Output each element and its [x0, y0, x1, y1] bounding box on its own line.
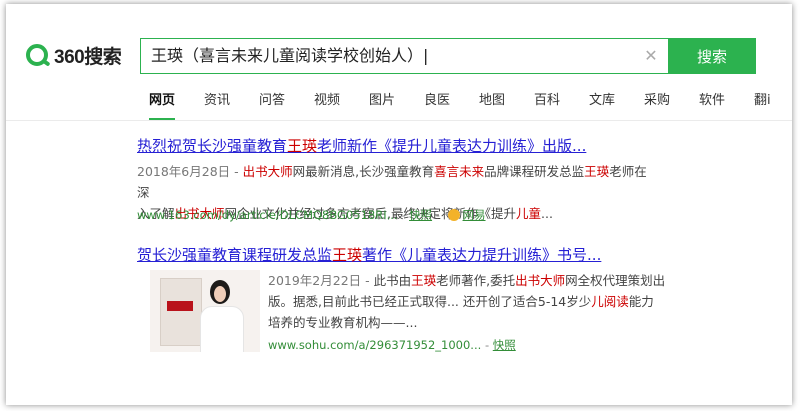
meta-separator: - — [435, 208, 444, 222]
snippet-text: 老师著作,委托 — [436, 273, 516, 288]
tab-qa[interactable]: 问答 — [259, 84, 285, 120]
snippet-highlight: 儿童 — [516, 206, 542, 221]
snippet-text: 网最新消息,长沙强童教育 — [292, 164, 435, 179]
result-date: 2019年2月22日 — [268, 273, 362, 288]
date-separator: - — [230, 164, 243, 179]
result-title[interactable]: 热烈祝贺长沙强童教育王瑛老师新作《提升儿童表达力训练》出版... — [137, 135, 586, 156]
logo-icon — [26, 44, 48, 66]
tab-web[interactable]: 网页 — [149, 84, 176, 120]
result-snippet: 2019年2月22日 - 此书由王瑛老师著作,委托出书大师网全权代理策划出 版。… — [268, 270, 668, 333]
snippet-line: 2018年6月28日 - 出书大师网最新消息,长沙强童教育喜言未来品牌课程研发总… — [137, 161, 657, 203]
snippet-highlight: 儿阅读 — [591, 294, 629, 309]
snippet-highlight: 出书大师 — [242, 164, 293, 179]
snippet-text: 网全权代理策划出 — [565, 273, 666, 288]
snippet-line: 版。据悉,目前此书已经正式取得... 还开创了适合5-14岁少儿阅读能力 — [268, 291, 668, 312]
snippet-highlight: 王瑛 — [584, 164, 610, 179]
netease-icon — [447, 209, 460, 221]
tab-news[interactable]: 资讯 — [204, 84, 230, 120]
logo-text: 360搜索 — [54, 46, 122, 68]
snapshot-link[interactable]: 快照 — [493, 338, 516, 352]
tab-video[interactable]: 视频 — [314, 84, 340, 120]
result-meta: www.163.com/dy/article/DLCMQ8BG0518RI...… — [137, 207, 486, 223]
title-text: 热烈祝贺长沙强童教育 — [137, 137, 288, 155]
snippet-text: 此书由 — [373, 273, 412, 288]
source-link[interactable]: 网易 — [463, 208, 486, 222]
tab-wenku[interactable]: 文库 — [589, 84, 615, 120]
search-input[interactable] — [151, 39, 631, 73]
title-highlight: 王瑛 — [332, 246, 363, 264]
tab-health[interactable]: 良医 — [424, 84, 450, 120]
tab-translate[interactable]: 翻i — [754, 84, 771, 120]
browser-frame: 360搜索 ✕ 搜索 网页 资讯 问答 视频 图片 良医 地图 百科 文库 采购… — [6, 4, 792, 405]
title-text: 著作《儿童表达力提升训练》书号... — [362, 246, 602, 264]
result-thumbnail[interactable] — [150, 270, 260, 352]
author-photo — [200, 280, 244, 352]
snippet-text: 品牌课程研发总监 — [484, 164, 585, 179]
result-meta: www.sohu.com/a/296371952_1000... - 快照 — [268, 337, 516, 353]
snippet-text: 能力 — [628, 294, 654, 309]
logo[interactable]: 360搜索 — [26, 40, 122, 70]
tab-baike[interactable]: 百科 — [534, 84, 560, 120]
title-text: 贺长沙强童教育课程研发总监 — [137, 246, 333, 264]
search-box: ✕ — [140, 38, 668, 74]
book-cover-image — [160, 278, 202, 346]
title-highlight: 王瑛 — [287, 137, 318, 155]
snippet-highlight: 喜言未来 — [434, 164, 485, 179]
clear-icon[interactable]: ✕ — [642, 47, 660, 65]
date-separator: - — [361, 273, 374, 288]
tab-images[interactable]: 图片 — [369, 84, 395, 120]
result-url[interactable]: www.163.com/dy/article/DLCMQ8BG0518RI... — [137, 208, 398, 222]
tab-purchase[interactable]: 采购 — [644, 84, 670, 120]
snippet-highlight: 王瑛 — [411, 273, 437, 288]
snippet-highlight: 出书大师 — [515, 273, 566, 288]
meta-separator: - — [484, 338, 493, 352]
title-text: 老师新作《提升儿童表达力训练》出版... — [317, 137, 587, 155]
result-url[interactable]: www.sohu.com/a/296371952_1000... — [268, 338, 481, 352]
result-date: 2018年6月28日 — [137, 164, 231, 179]
vertical-tabs: 网页 资讯 问答 视频 图片 良医 地图 百科 文库 采购 软件 翻i — [6, 84, 792, 121]
snapshot-link[interactable]: 快照 — [409, 208, 432, 222]
snippet-line: 培养的专业教育机构——... — [268, 315, 418, 330]
meta-separator: - — [401, 208, 410, 222]
snippet-line: 2019年2月22日 - 此书由王瑛老师著作,委托出书大师网全权代理策划出 — [268, 270, 668, 291]
snippet-text: 版。据悉,目前此书已经正式取得... 还开创了适合5-14岁少 — [268, 294, 592, 309]
result-title[interactable]: 贺长沙强童教育课程研发总监王瑛著作《儿童表达力提升训练》书号... — [137, 244, 601, 265]
search-button[interactable]: 搜索 — [668, 38, 756, 74]
tab-map[interactable]: 地图 — [479, 84, 505, 120]
tab-software[interactable]: 软件 — [699, 84, 725, 120]
snippet-text: ... — [541, 206, 553, 221]
